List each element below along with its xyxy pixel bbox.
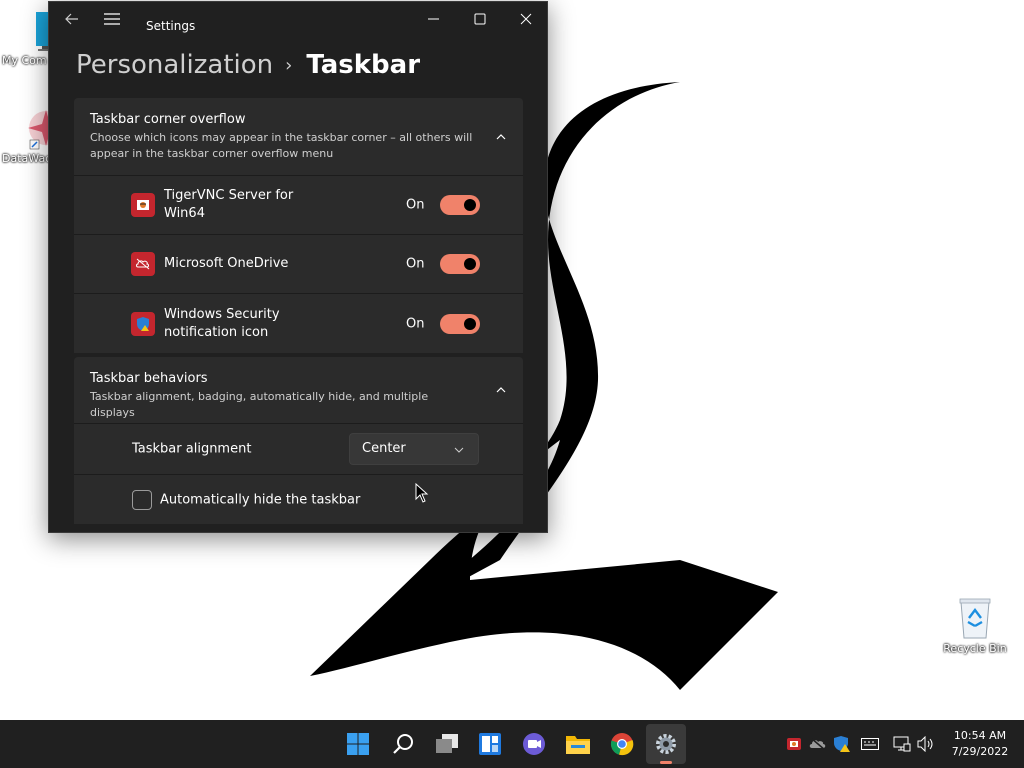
behaviors-header[interactable]: Taskbar behaviors Taskbar alignment, bad… [74,357,523,423]
tray-network[interactable] [890,720,914,768]
task-view-icon [436,734,458,753]
desktop-icon-label: Recycle Bin [943,642,1007,655]
section-title: Taskbar corner overflow [90,112,246,127]
breadcrumb: Personalization › Taskbar [76,50,420,80]
tigervnc-toggle[interactable] [440,195,480,215]
file-explorer-icon [566,736,590,754]
chevron-up-icon[interactable] [495,384,507,396]
close-icon [520,13,532,25]
minimize-button[interactable] [411,2,457,36]
chat-icon [523,733,545,755]
widgets-icon [479,733,501,755]
corner-overflow-header[interactable]: Taskbar corner overflow Choose which ico… [74,98,523,175]
page-title: Taskbar [306,50,421,80]
keyboard-icon [861,738,879,750]
settings-window: Settings Personalization › Taskbar Taskb… [48,1,548,533]
widgets-button[interactable] [470,724,510,764]
recycle-bin-icon [959,598,991,639]
tigervnc-icon [131,193,155,217]
tigervnc-tray-icon [787,738,801,750]
taskbar-alignment-label: Taskbar alignment [132,441,252,457]
toggle-state-label: On [406,197,425,213]
chrome-button[interactable] [602,724,642,764]
menu-button[interactable] [89,2,135,36]
corner-item-onedrive: Microsoft OneDrive On [74,234,523,293]
clock-date: 7/29/2022 [951,745,1009,758]
start-button[interactable] [338,724,378,764]
maximize-button[interactable] [457,2,503,36]
start-icon [347,733,369,755]
autohide-row: Automatically hide the taskbar [74,474,523,524]
section-description: Taskbar alignment, badging, automaticall… [90,390,429,419]
section-description: Choose which icons may appear in the tas… [90,131,473,160]
settings-icon [656,734,676,754]
active-app-indicator [660,761,672,764]
corner-overflow-card: Taskbar corner overflow Choose which ico… [74,98,523,353]
app-title: Settings [146,19,196,33]
tray-volume[interactable] [914,720,938,768]
dropdown-value: Center [362,441,406,456]
section-title: Taskbar behaviors [90,371,208,386]
breadcrumb-parent[interactable]: Personalization [76,50,273,80]
onedrive-tray-icon [809,737,826,751]
file-explorer-button[interactable] [558,724,598,764]
toggle-state-label: On [406,316,425,331]
tray-tigervnc[interactable] [782,720,806,768]
search-icon [393,734,413,754]
taskbar: 10:54 AM 7/29/2022 [0,720,1024,768]
tray-security[interactable] [830,720,854,768]
chat-button[interactable] [514,724,554,764]
toggle-state-label: On [406,256,425,272]
breadcrumb-separator: › [285,54,293,76]
settings-taskbar-button[interactable] [646,724,686,764]
app-name: TigerVNC Server for Win64 [164,188,294,221]
network-icon [893,736,911,752]
chevron-up-icon[interactable] [495,131,507,143]
maximize-icon [474,13,486,25]
settings-content: Taskbar corner overflow Choose which ico… [74,98,523,524]
volume-icon [917,736,933,752]
title-bar[interactable]: Settings [49,2,547,48]
task-view-button[interactable] [427,724,467,764]
windows-security-toggle[interactable] [440,313,480,334]
close-button[interactable] [503,2,547,36]
tray-onedrive[interactable] [806,720,830,768]
clock-time: 10:54 AM [953,729,1007,742]
chevron-down-icon [454,447,464,453]
corner-item-tigervnc: TigerVNC Server for Win64 On [74,175,523,234]
onedrive-icon [131,252,155,276]
tray-keyboard[interactable] [858,720,882,768]
minimize-icon [428,18,439,20]
search-button[interactable] [383,724,423,764]
taskbar-alignment-dropdown[interactable]: Center [349,433,479,465]
security-tray-icon [834,736,850,752]
behaviors-card: Taskbar behaviors Taskbar alignment, bad… [74,357,523,524]
app-name: Windows Security notification icon [164,306,280,340]
clock[interactable]: 10:54 AM 7/29/2022 [944,728,1016,760]
autohide-label[interactable]: Automatically hide the taskbar [160,492,360,507]
taskbar-alignment-row: Taskbar alignment Center [74,423,523,474]
desktop-icon-recycle-bin[interactable]: Recycle Bin [937,596,1013,655]
back-arrow-icon [65,13,78,25]
chrome-icon [610,733,634,756]
onedrive-toggle[interactable] [440,254,480,274]
app-name: Microsoft OneDrive [164,256,289,271]
autohide-checkbox[interactable] [132,490,152,510]
corner-item-windows-security: Windows Security notification icon On [74,293,523,353]
hamburger-icon [104,13,120,25]
windows-security-icon [131,311,155,336]
mouse-cursor-icon [415,483,429,503]
